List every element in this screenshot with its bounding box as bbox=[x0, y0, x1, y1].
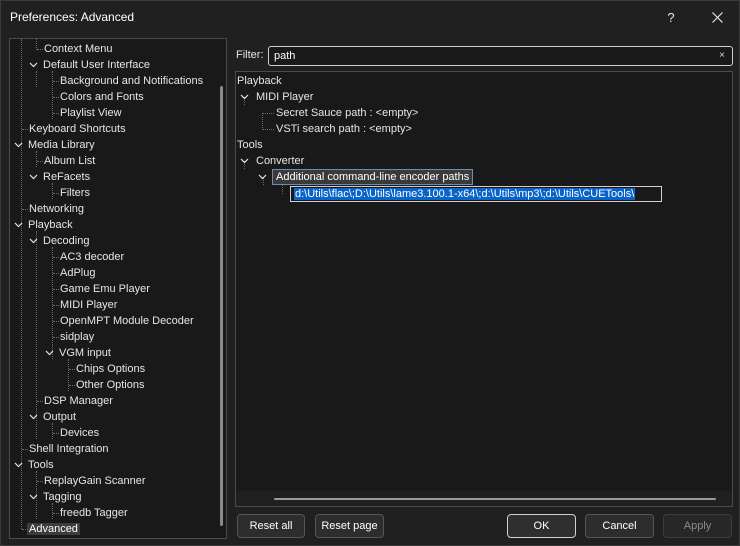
close-button[interactable] bbox=[695, 1, 739, 33]
chevron-down-icon[interactable] bbox=[258, 172, 267, 181]
encoder-paths-edit-field[interactable]: d:\Utils\flac\;D:\Utils\lame3.100.1-x64\… bbox=[290, 186, 662, 202]
chevron-down-icon[interactable] bbox=[240, 92, 249, 101]
chevron-down-icon[interactable] bbox=[29, 412, 38, 421]
setting-additional-encoder-paths[interactable]: Additional command-line encoder paths bbox=[272, 169, 474, 185]
cancel-button[interactable]: Cancel bbox=[585, 514, 654, 538]
chevron-down-icon[interactable] bbox=[29, 236, 38, 245]
tree-scrollbar[interactable] bbox=[217, 41, 226, 536]
help-icon: ? bbox=[667, 9, 675, 25]
tree-scrollbar-thumb[interactable] bbox=[220, 86, 223, 526]
converter-label: Converter bbox=[256, 155, 305, 167]
tree-item-playback[interactable]: Playback bbox=[14, 217, 75, 233]
tree-guide bbox=[282, 185, 283, 194]
chevron-down-icon[interactable] bbox=[45, 348, 54, 357]
horizontal-scrollbar[interactable] bbox=[236, 491, 732, 506]
tree-item-background-and-notifications[interactable]: Background and Notifications bbox=[50, 73, 205, 89]
tree-item-keyboard-shortcuts[interactable]: Keyboard Shortcuts bbox=[19, 121, 128, 137]
setting-secret-sauce-path[interactable]: Secret Sauce path : <empty> bbox=[262, 105, 418, 121]
window-title: Preferences: Advanced bbox=[10, 10, 135, 24]
tree-guide bbox=[36, 71, 37, 87]
close-icon bbox=[711, 11, 723, 23]
chevron-down-icon[interactable] bbox=[14, 460, 23, 469]
help-button[interactable]: ? bbox=[649, 1, 693, 33]
tree-item-vgm-input[interactable]: VGM input bbox=[45, 345, 113, 361]
tree-item-dsp-manager[interactable]: DSP Manager bbox=[34, 393, 115, 409]
tree-item-networking[interactable]: Networking bbox=[19, 201, 86, 217]
preferences-tree[interactable]: Context Menu Default User Interface Back… bbox=[9, 38, 227, 539]
tree-item-advanced[interactable]: Advanced bbox=[19, 521, 80, 537]
tree-item-tools[interactable]: Tools bbox=[14, 457, 56, 473]
chevron-down-icon[interactable] bbox=[29, 492, 38, 501]
chevron-down-icon[interactable] bbox=[29, 172, 38, 181]
group-tools[interactable]: Tools bbox=[237, 137, 263, 153]
midi-player-label: MIDI Player bbox=[256, 91, 314, 103]
tree-item-album-list[interactable]: Album List bbox=[34, 153, 97, 169]
tree-item-shell-integration[interactable]: Shell Integration bbox=[19, 441, 111, 457]
node-converter[interactable]: Converter bbox=[240, 153, 304, 169]
group-playback[interactable]: Playback bbox=[237, 73, 282, 89]
tree-item-sidplay[interactable]: sidplay bbox=[50, 329, 96, 345]
tree-item-midi-player[interactable]: MIDI Player bbox=[50, 297, 119, 313]
encoder-paths-value[interactable]: d:\Utils\flac\;D:\Utils\lame3.100.1-x64\… bbox=[294, 188, 636, 200]
apply-button[interactable]: Apply bbox=[663, 514, 732, 538]
setting-vsti-search-path[interactable]: VSTi search path : <empty> bbox=[262, 121, 412, 137]
reset-page-button[interactable]: Reset page bbox=[315, 514, 384, 538]
reset-all-button[interactable]: Reset all bbox=[237, 514, 305, 538]
chevron-down-icon[interactable] bbox=[14, 140, 23, 149]
tree-item-filters[interactable]: Filters bbox=[50, 185, 92, 201]
tree-item-media-library[interactable]: Media Library bbox=[14, 137, 97, 153]
tree-item-replaygain-scanner[interactable]: ReplayGain Scanner bbox=[34, 473, 148, 489]
preferences-window: Preferences: Advanced ? Context Menu Def… bbox=[0, 0, 740, 546]
tree-item-default-user-interface[interactable]: Default User Interface bbox=[29, 57, 152, 73]
tree-item-chips-options[interactable]: Chips Options bbox=[66, 361, 147, 377]
vsti-search-label: VSTi search path : <empty> bbox=[276, 123, 412, 135]
tree-item-output[interactable]: Output bbox=[29, 409, 78, 425]
tree-item-ac3-decoder[interactable]: AC3 decoder bbox=[50, 249, 126, 265]
tree-item-game-emu-player[interactable]: Game Emu Player bbox=[50, 281, 152, 297]
chevron-down-icon[interactable] bbox=[240, 156, 249, 165]
tree-item-tagging[interactable]: Tagging bbox=[29, 489, 84, 505]
advanced-settings-tree[interactable]: Playback MIDI Player Secret Sauce path :… bbox=[235, 71, 733, 507]
title-bar: Preferences: Advanced ? bbox=[1, 1, 739, 33]
tree-item-refacets[interactable]: ReFacets bbox=[29, 169, 92, 185]
chevron-down-icon[interactable] bbox=[29, 60, 38, 69]
horizontal-scrollbar-thumb[interactable] bbox=[274, 498, 716, 500]
tree-item-decoding[interactable]: Decoding bbox=[29, 233, 91, 249]
tree-item-context-menu[interactable]: Context Menu bbox=[34, 41, 114, 57]
filter-label: Filter: bbox=[236, 49, 264, 61]
tree-item-other-options[interactable]: Other Options bbox=[66, 377, 146, 393]
tree-item-devices[interactable]: Devices bbox=[50, 425, 101, 441]
tree-item-freedb-tagger[interactable]: freedb Tagger bbox=[50, 505, 130, 521]
chevron-down-icon[interactable] bbox=[14, 220, 23, 229]
tree-item-colors-and-fonts[interactable]: Colors and Fonts bbox=[50, 89, 146, 105]
node-midi-player[interactable]: MIDI Player bbox=[240, 89, 313, 105]
secret-sauce-label: Secret Sauce path : <empty> bbox=[276, 107, 419, 119]
tree-item-adplug[interactable]: AdPlug bbox=[50, 265, 97, 281]
tree-item-playlist-view[interactable]: Playlist View bbox=[50, 105, 124, 121]
ok-button[interactable]: OK bbox=[507, 514, 576, 538]
clear-filter-icon[interactable]: × bbox=[717, 50, 727, 62]
tree-item-openmpt-module-decoder[interactable]: OpenMPT Module Decoder bbox=[50, 313, 196, 329]
filter-input[interactable] bbox=[268, 46, 733, 66]
